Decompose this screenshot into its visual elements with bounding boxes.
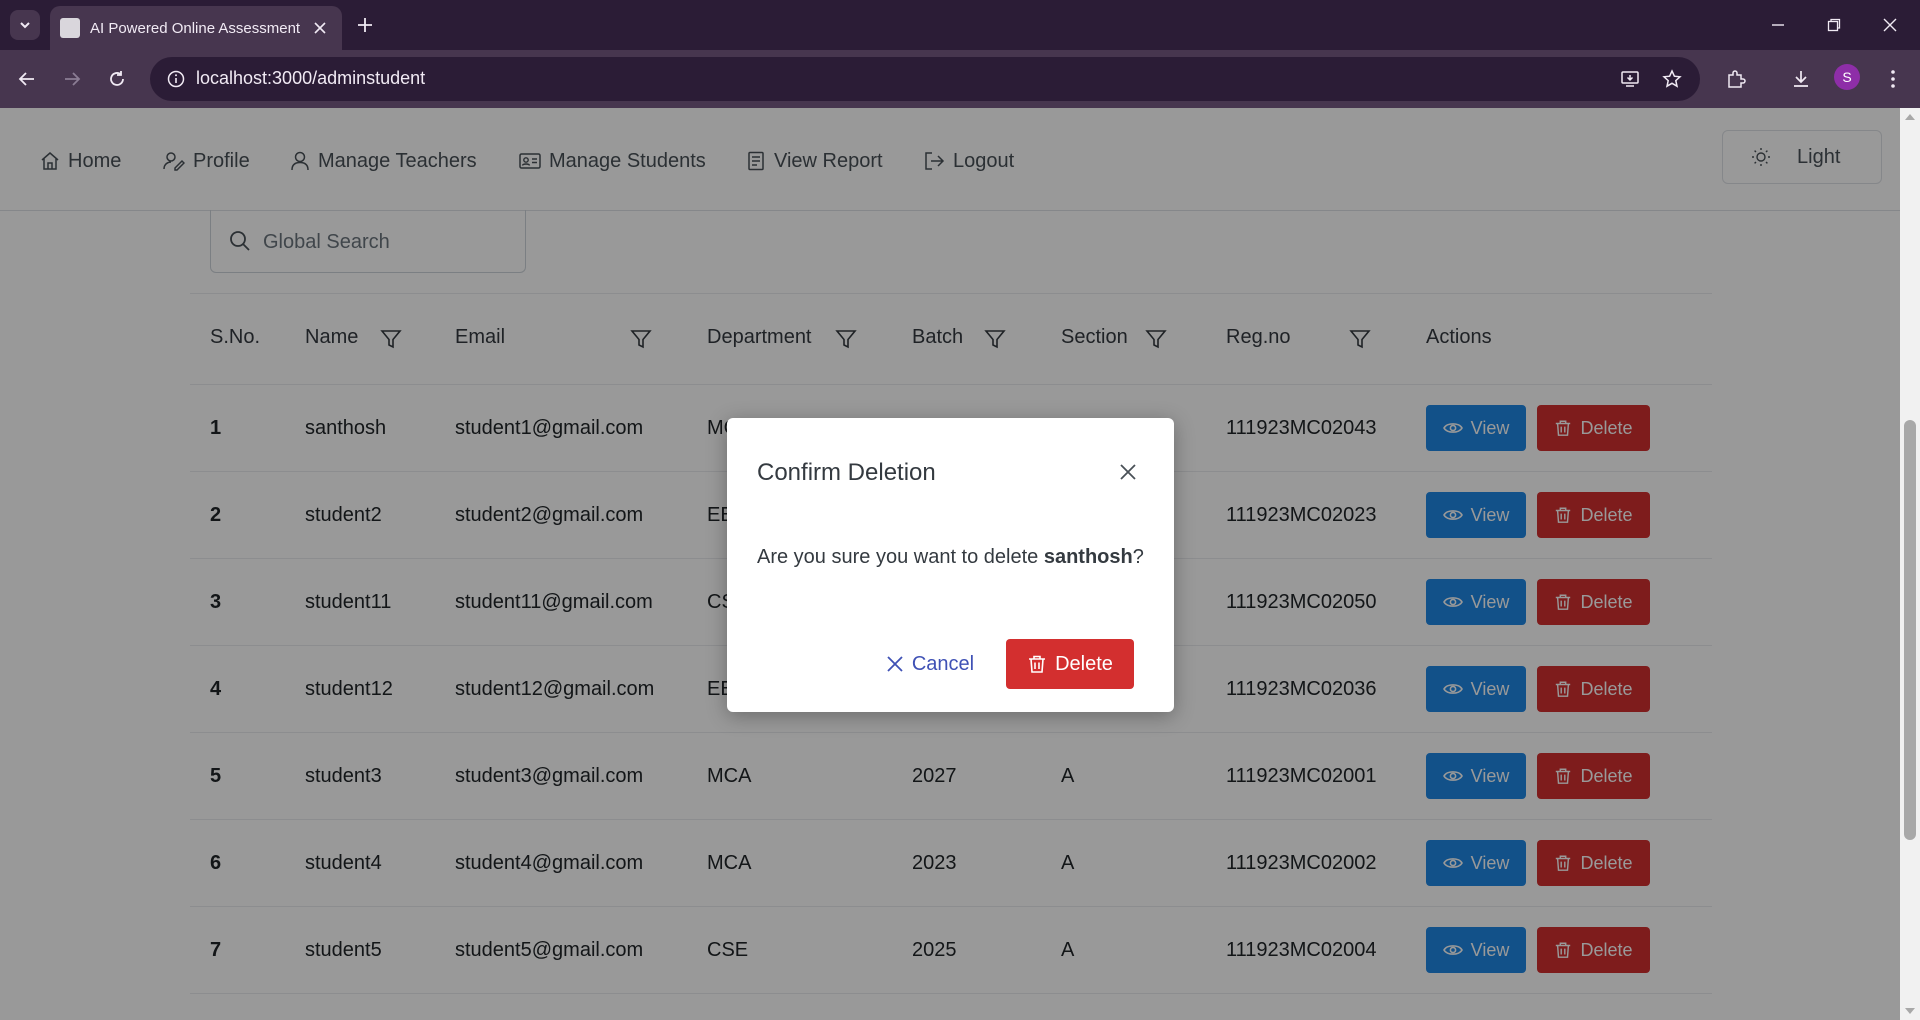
dialog-close-button[interactable]: [1110, 454, 1146, 490]
extensions-button[interactable]: [1720, 63, 1752, 95]
close-icon: [1120, 464, 1136, 480]
star-icon: [1662, 69, 1682, 88]
close-icon: [1883, 18, 1897, 32]
puzzle-icon: [1728, 70, 1746, 88]
page-content: Home Profile Manage Teachers Manage Stud…: [0, 108, 1900, 1020]
restore-button[interactable]: [1806, 0, 1862, 50]
arrow-right-icon: [65, 72, 81, 86]
info-icon: [167, 70, 185, 88]
scroll-up-icon[interactable]: [1904, 112, 1916, 122]
browser-tab[interactable]: AI Powered Online Assessment: [50, 6, 342, 50]
minimize-icon: [1772, 24, 1784, 26]
cancel-button[interactable]: Cancel: [875, 639, 985, 689]
close-icon: [314, 22, 326, 34]
page-scrollbar[interactable]: [1900, 108, 1920, 1020]
browser-tab-strip: AI Powered Online Assessment: [0, 0, 1920, 50]
arrow-left-icon: [18, 72, 34, 86]
plus-icon: [358, 18, 372, 32]
forward-button[interactable]: [56, 63, 88, 95]
downloads-button[interactable]: [1785, 63, 1817, 95]
dialog-message: Are you sure you want to delete santhosh…: [757, 546, 1144, 569]
tab-search-dropdown[interactable]: [10, 10, 40, 40]
tab-title: AI Powered Online Assessment: [90, 19, 301, 37]
browser-menu-button[interactable]: [1877, 63, 1909, 95]
favicon-icon: [60, 18, 80, 38]
scroll-down-icon[interactable]: [1904, 1006, 1916, 1016]
back-button[interactable]: [11, 63, 43, 95]
minimize-button[interactable]: [1750, 0, 1806, 50]
dialog-title: Confirm Deletion: [757, 459, 936, 486]
dialog-message-prefix: Are you sure you want to delete: [757, 546, 1044, 568]
dialog-message-suffix: ?: [1132, 546, 1144, 568]
download-icon: [1794, 71, 1808, 87]
install-app-button[interactable]: [1614, 63, 1646, 95]
reload-icon: [110, 71, 124, 86]
url-text[interactable]: localhost:3000/adminstudent: [196, 68, 425, 89]
confirm-delete-button[interactable]: Delete: [1006, 639, 1134, 689]
confirm-deletion-dialog: Confirm Deletion Are you sure you want t…: [727, 418, 1174, 712]
reload-button[interactable]: [101, 63, 133, 95]
profile-avatar[interactable]: S: [1834, 64, 1860, 90]
browser-toolbar: localhost:3000/adminstudent S: [0, 50, 1920, 108]
restore-icon: [1827, 18, 1841, 32]
address-bar[interactable]: localhost:3000/adminstudent: [150, 57, 1700, 101]
cancel-button-label: Cancel: [911, 652, 975, 675]
dialog-target-name: santhosh: [1043, 546, 1133, 568]
close-icon: [887, 656, 903, 672]
trash-icon: [1029, 655, 1046, 673]
tab-close-button[interactable]: [306, 14, 334, 42]
window-close-button[interactable]: [1862, 0, 1918, 50]
site-info-button[interactable]: [160, 63, 192, 95]
kebab-menu-icon: [1891, 70, 1895, 88]
scrollbar-thumb[interactable]: [1904, 420, 1916, 840]
bookmark-button[interactable]: [1656, 63, 1688, 95]
install-icon: [1621, 71, 1639, 87]
new-tab-button[interactable]: [350, 10, 380, 40]
confirm-delete-label: Delete: [1055, 652, 1113, 675]
chevron-down-icon: [20, 22, 30, 29]
